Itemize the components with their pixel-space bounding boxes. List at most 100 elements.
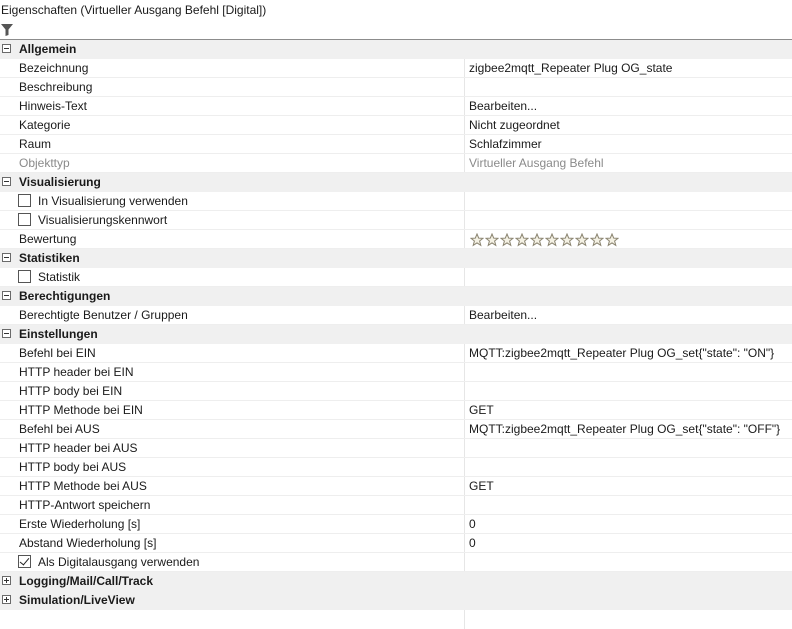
category-logging-mail-call-track[interactable]: Logging/Mail/Call/Track	[0, 572, 792, 591]
property-row-objekttyp[interactable]: Objekttyp Virtueller Ausgang Befehl	[0, 154, 792, 173]
property-row-als-digitalausgang-verwenden[interactable]: Als Digitalausgang verwenden	[0, 553, 792, 572]
property-value	[464, 192, 788, 210]
category-allgemein[interactable]: Allgemein	[0, 40, 792, 59]
category-label: Visualisierung	[19, 175, 101, 189]
collapse-icon[interactable]	[2, 253, 11, 262]
property-row-abstand-wiederholung-s[interactable]: Abstand Wiederholung [s] 0	[0, 534, 792, 553]
checkbox-als-digitalausgang-verwenden[interactable]	[18, 555, 31, 568]
property-label: Bezeichnung	[19, 61, 89, 75]
category-label: Statistiken	[19, 251, 80, 265]
category-label: Logging/Mail/Call/Track	[19, 574, 154, 588]
grid-empty-area	[0, 610, 792, 629]
rating-stars[interactable]	[470, 233, 619, 247]
property-value[interactable]: Schlafzimmer	[464, 135, 788, 153]
property-row-statistik[interactable]: Statistik	[0, 268, 792, 287]
property-row-visualisierungskennwort[interactable]: Visualisierungskennwort	[0, 211, 792, 230]
property-row-befehl-bei-ein[interactable]: Befehl bei EIN MQTT:zigbee2mqtt_Repeater …	[0, 344, 792, 363]
property-label: Hinweis-Text	[19, 99, 88, 113]
category-simulation-liveview[interactable]: Simulation/LiveView	[0, 591, 792, 610]
category-label: Simulation/LiveView	[19, 593, 135, 607]
property-row-kategorie[interactable]: Kategorie Nicht zugeordnet	[0, 116, 792, 135]
property-row-in-visualisierung-verwenden[interactable]: In Visualisierung verwenden	[0, 192, 792, 211]
property-label: HTTP Methode bei EIN	[19, 403, 143, 417]
category-label: Berechtigungen	[19, 289, 111, 303]
toolbar	[0, 20, 792, 40]
property-label: Visualisierungskennwort	[38, 213, 168, 227]
property-row-beschreibung[interactable]: Beschreibung	[0, 78, 792, 97]
property-label: Als Digitalausgang verwenden	[38, 555, 200, 569]
property-value[interactable]: GET	[464, 401, 788, 419]
star-icon[interactable]	[590, 233, 604, 247]
property-value	[464, 268, 788, 286]
star-icon[interactable]	[530, 233, 544, 247]
star-icon[interactable]	[500, 233, 514, 247]
expand-icon[interactable]	[2, 595, 11, 604]
property-value[interactable]	[464, 382, 788, 400]
property-value[interactable]: zigbee2mqtt_Repeater Plug OG_state	[464, 59, 788, 77]
property-label: HTTP header bei EIN	[19, 365, 134, 379]
property-value[interactable]: MQTT:zigbee2mqtt_Repeater Plug OG_set{"s…	[464, 344, 788, 362]
property-row-bezeichnung[interactable]: Bezeichnung zigbee2mqtt_Repeater Plug OG_…	[0, 59, 792, 78]
property-label: Kategorie	[19, 118, 71, 132]
property-value[interactable]: Bearbeiten...	[464, 306, 788, 324]
category-label: Einstellungen	[19, 327, 98, 341]
property-label: Berechtigte Benutzer / Gruppen	[19, 308, 188, 322]
property-value[interactable]	[464, 78, 788, 96]
property-row-befehl-bei-aus[interactable]: Befehl bei AUS MQTT:zigbee2mqtt_Repeater …	[0, 420, 792, 439]
property-row-erste-wiederholung-s[interactable]: Erste Wiederholung [s] 0	[0, 515, 792, 534]
star-icon[interactable]	[560, 233, 574, 247]
checkbox-in-visualisierung-verwenden[interactable]	[18, 194, 31, 207]
property-row-raum[interactable]: Raum Schlafzimmer	[0, 135, 792, 154]
collapse-icon[interactable]	[2, 177, 11, 186]
category-statistiken[interactable]: Statistiken	[0, 249, 792, 268]
property-row-bewertung[interactable]: Bewertung	[0, 230, 792, 249]
star-icon[interactable]	[485, 233, 499, 247]
property-row-berechtigte-benutzer-gruppen[interactable]: Berechtigte Benutzer / Gruppen Bearbeiten…	[0, 306, 792, 325]
star-icon[interactable]	[470, 233, 484, 247]
expand-icon[interactable]	[2, 576, 11, 585]
property-label: Befehl bei EIN	[19, 346, 96, 360]
checkbox-statistik[interactable]	[18, 270, 31, 283]
property-value[interactable]	[464, 363, 788, 381]
property-value[interactable]: 0	[464, 515, 788, 533]
star-icon[interactable]	[515, 233, 529, 247]
category-label: Allgemein	[19, 42, 77, 56]
property-row-http-antwort-speichern[interactable]: HTTP-Antwort speichern	[0, 496, 792, 515]
property-label: Erste Wiederholung [s]	[19, 517, 141, 531]
property-label: Objekttyp	[19, 156, 70, 170]
property-label: In Visualisierung verwenden	[38, 194, 188, 208]
property-value: Virtueller Ausgang Befehl	[464, 154, 788, 172]
property-value[interactable]: Bearbeiten...	[464, 97, 788, 115]
property-label: Statistik	[38, 270, 81, 284]
collapse-icon[interactable]	[2, 329, 11, 338]
property-value[interactable]: Nicht zugeordnet	[464, 116, 788, 134]
property-row-http-body-bei-aus[interactable]: HTTP body bei AUS	[0, 458, 792, 477]
property-value[interactable]: MQTT:zigbee2mqtt_Repeater Plug OG_set{"s…	[464, 420, 788, 438]
checkbox-visualisierungskennwort[interactable]	[18, 213, 31, 226]
property-value[interactable]: 0	[464, 534, 788, 552]
property-row-http-body-bei-ein[interactable]: HTTP body bei EIN	[0, 382, 792, 401]
property-label: HTTP Methode bei AUS	[19, 479, 147, 493]
star-icon[interactable]	[605, 233, 619, 247]
property-value[interactable]	[464, 458, 788, 476]
star-icon[interactable]	[545, 233, 559, 247]
property-row-http-methode-bei-aus[interactable]: HTTP Methode bei AUS GET	[0, 477, 792, 496]
property-row-http-header-bei-aus[interactable]: HTTP header bei AUS	[0, 439, 792, 458]
property-value[interactable]	[464, 439, 788, 457]
property-value[interactable]: GET	[464, 477, 788, 495]
property-label: Befehl bei AUS	[19, 422, 100, 436]
collapse-icon[interactable]	[2, 291, 11, 300]
property-row-http-methode-bei-ein[interactable]: HTTP Methode bei EIN GET	[0, 401, 792, 420]
property-row-hinweis-text[interactable]: Hinweis-Text Bearbeiten...	[0, 97, 792, 116]
category-visualisierung[interactable]: Visualisierung	[0, 173, 792, 192]
property-label: HTTP body bei EIN	[19, 384, 123, 398]
category-einstellungen[interactable]: Einstellungen	[0, 325, 792, 344]
category-berechtigungen[interactable]: Berechtigungen	[0, 287, 792, 306]
collapse-icon[interactable]	[2, 44, 11, 53]
property-row-http-header-bei-ein[interactable]: HTTP header bei EIN	[0, 363, 792, 382]
filter-icon[interactable]	[1, 24, 13, 36]
star-icon[interactable]	[575, 233, 589, 247]
property-label: Beschreibung	[19, 80, 93, 94]
property-label: Raum	[19, 137, 52, 151]
property-value[interactable]	[464, 496, 788, 514]
